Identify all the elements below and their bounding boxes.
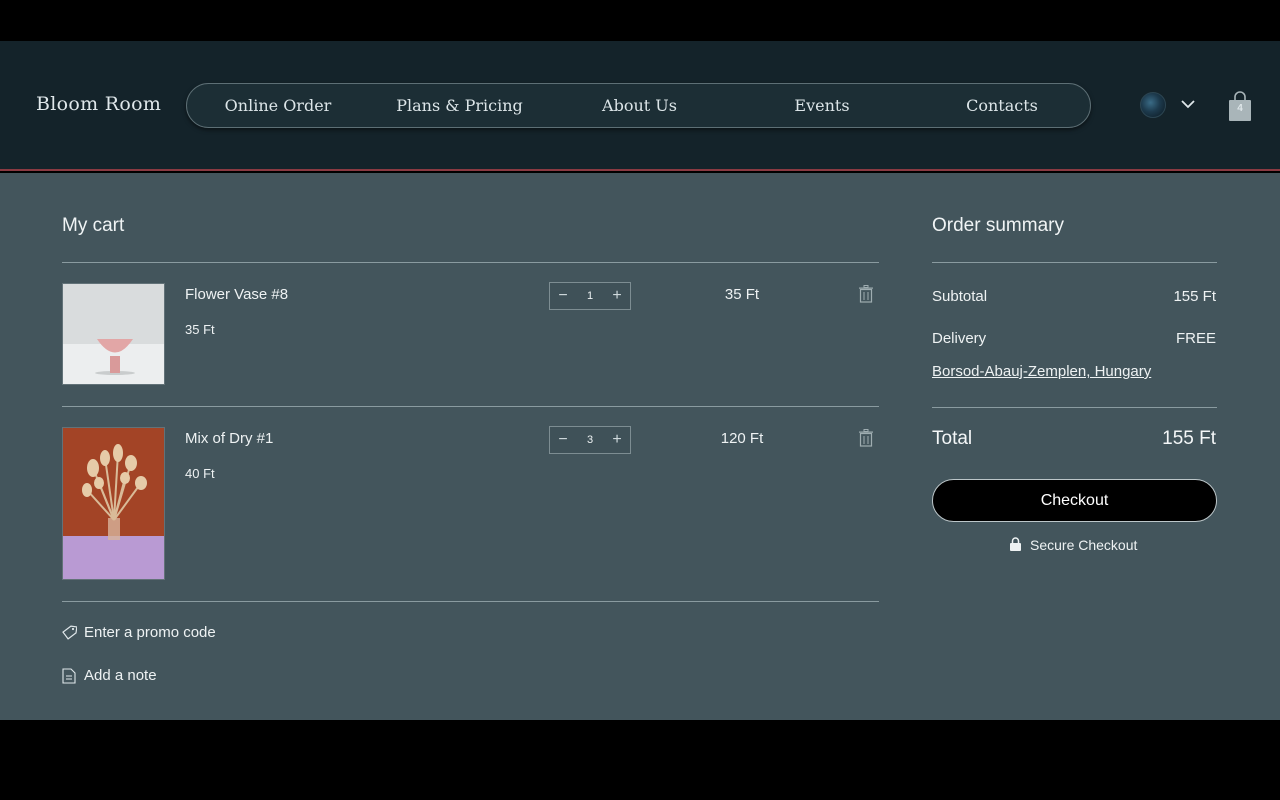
- nav-item-online-order[interactable]: Online Order: [223, 84, 333, 127]
- increase-quantity-button[interactable]: +: [604, 283, 630, 309]
- item-name[interactable]: Mix of Dry #1: [185, 430, 273, 447]
- promo-code-label: Enter a promo code: [84, 624, 216, 641]
- item-total: 120 Ft: [720, 430, 764, 447]
- secure-checkout-label: Secure Checkout: [1030, 537, 1138, 553]
- subtotal-label: Subtotal: [932, 288, 988, 305]
- nav-item-contacts[interactable]: Contacts: [952, 84, 1052, 127]
- checkout-button[interactable]: Checkout: [932, 479, 1217, 522]
- quantity-stepper: − 1 +: [549, 282, 631, 310]
- quantity-stepper: − 3 +: [549, 426, 631, 454]
- summary-divider-bottom: [932, 407, 1217, 408]
- nav-item-plans-pricing[interactable]: Plans & Pricing: [392, 84, 527, 127]
- cart-count-badge: 4: [1237, 103, 1243, 114]
- add-note-link[interactable]: Add a note: [62, 667, 202, 687]
- nav-item-events[interactable]: Events: [777, 84, 867, 127]
- quantity-value[interactable]: 3: [576, 427, 604, 453]
- site-header: Bloom Room Online Order Plans & Pricing …: [0, 41, 1280, 171]
- decrease-quantity-button[interactable]: −: [550, 283, 576, 309]
- trash-icon[interactable]: [858, 429, 874, 447]
- total-label: Total: [932, 428, 973, 449]
- note-icon: [62, 668, 76, 684]
- item-name[interactable]: Flower Vase #8: [185, 286, 288, 303]
- lock-icon: [1010, 537, 1021, 551]
- trash-icon[interactable]: [858, 285, 874, 303]
- nav-item-about-us[interactable]: About Us: [587, 84, 692, 127]
- delivery-location-link[interactable]: Borsod-Abauj-Zemplen, Hungary: [932, 363, 1151, 380]
- quantity-value[interactable]: 1: [576, 283, 604, 309]
- letterbox-top: [0, 0, 1280, 41]
- cart-title: My cart: [62, 215, 125, 236]
- letterbox-bottom: [0, 720, 1280, 800]
- item-unit-price: 40 Ft: [185, 466, 215, 481]
- item-total: 35 Ft: [724, 286, 760, 303]
- subtotal-value: 155 Ft: [1173, 288, 1216, 305]
- cart-divider-middle: [62, 406, 879, 407]
- main-nav: Online Order Plans & Pricing About Us Ev…: [186, 83, 1091, 128]
- add-note-label: Add a note: [84, 667, 157, 684]
- item-unit-price: 35 Ft: [185, 322, 215, 337]
- decrease-quantity-button[interactable]: −: [550, 427, 576, 453]
- order-summary-title: Order summary: [932, 215, 1064, 236]
- cart-divider-top: [62, 262, 879, 263]
- increase-quantity-button[interactable]: +: [604, 427, 630, 453]
- total-value: 155 Ft: [1162, 428, 1216, 449]
- vase-illustration: [63, 284, 164, 384]
- delivery-label: Delivery: [932, 330, 987, 347]
- chevron-down-icon[interactable]: [1180, 97, 1196, 111]
- promo-code-link[interactable]: Enter a promo code: [62, 624, 262, 644]
- delivery-value: FREE: [1175, 330, 1216, 347]
- product-image-dry-mix[interactable]: [62, 427, 165, 580]
- product-image-flower-vase[interactable]: [62, 283, 165, 385]
- cart-divider-bottom: [62, 601, 879, 602]
- summary-divider-top: [932, 262, 1217, 263]
- avatar[interactable]: [1140, 92, 1166, 118]
- cart-page: My cart Flower Vase #8 35 Ft − 1 + 35 Ft: [0, 173, 1280, 720]
- dry-flowers-illustration: [63, 428, 164, 579]
- tag-icon: [62, 625, 77, 640]
- secure-checkout-note: Secure Checkout: [1009, 537, 1149, 555]
- site-logo[interactable]: Bloom Room: [36, 93, 161, 115]
